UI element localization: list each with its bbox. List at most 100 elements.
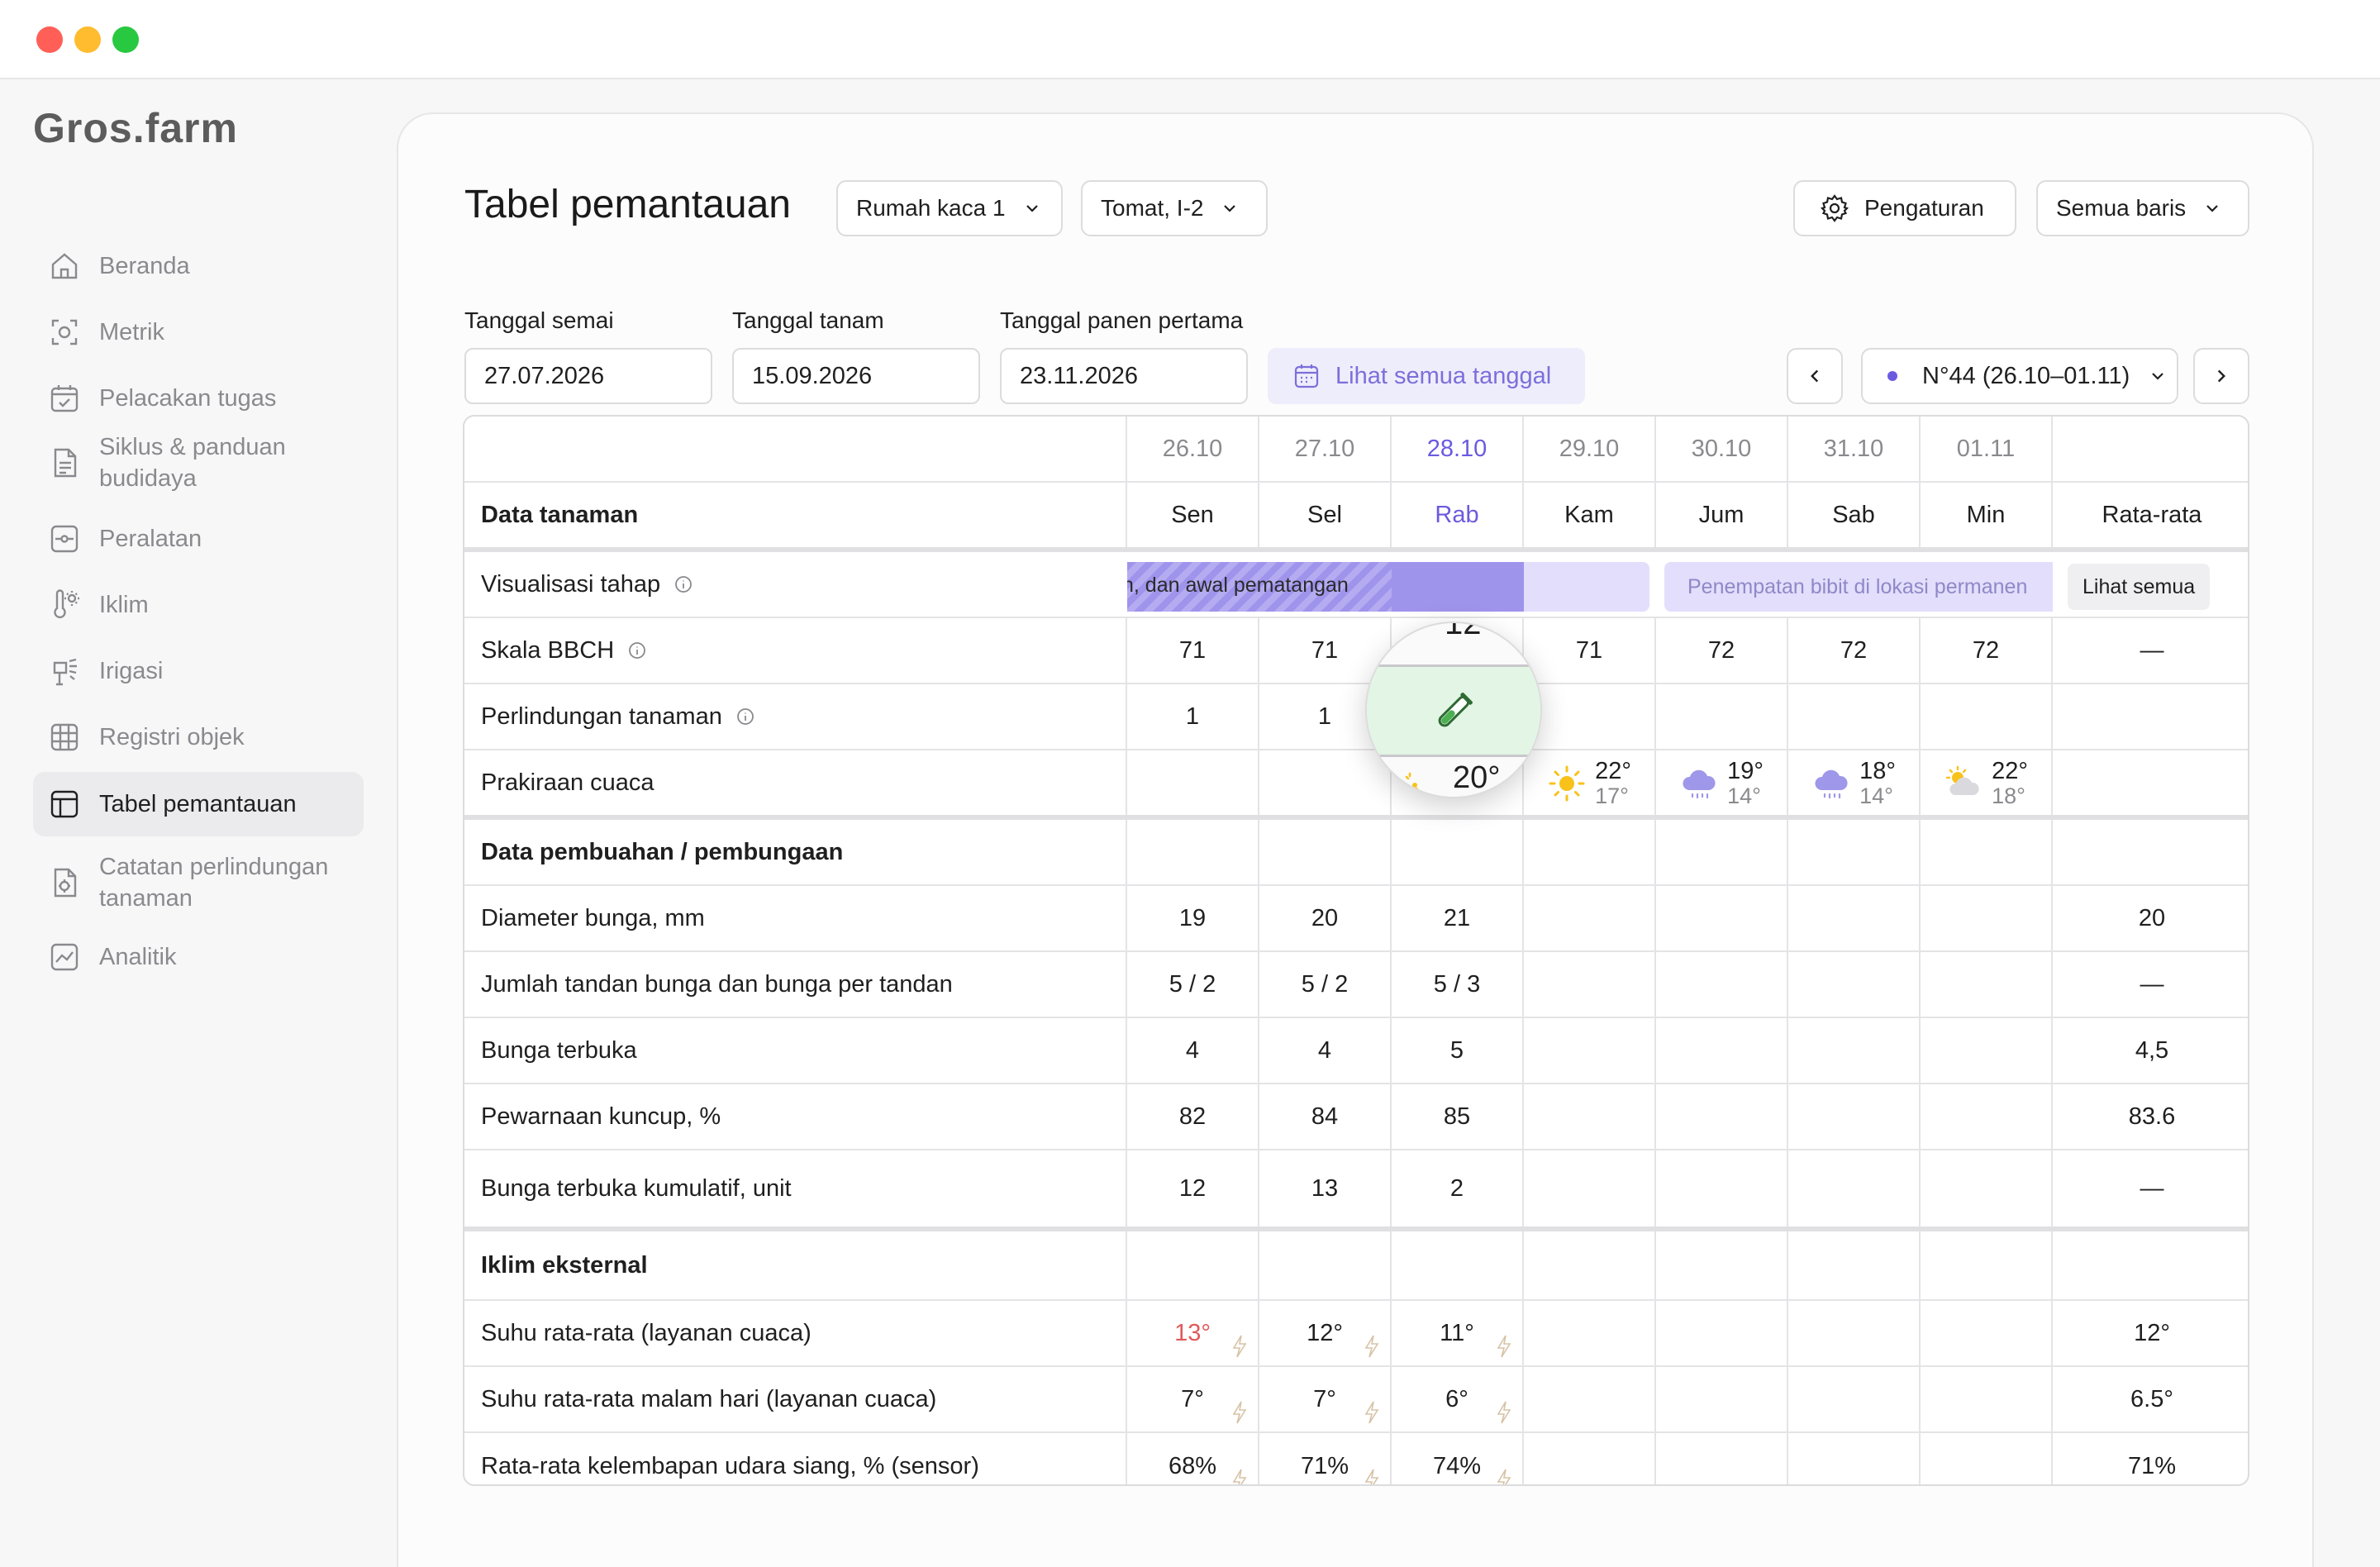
sidebar-item-irigasi[interactable]: Irigasi [33, 641, 364, 701]
value-cell[interactable] [1654, 1150, 1787, 1226]
sidebar-item-iklim[interactable]: Iklim [33, 575, 364, 635]
value-cell[interactable] [1522, 1084, 1654, 1149]
stage-bar-next[interactable] [1524, 562, 1649, 612]
value-cell[interactable] [1919, 1301, 2051, 1365]
app-logo[interactable]: Gros.farm [33, 104, 238, 152]
value-cell[interactable]: 13° [1126, 1301, 1258, 1365]
value-cell[interactable]: 82 [1126, 1084, 1258, 1149]
week-select[interactable]: N°44 (26.10–01.11) [1861, 348, 2178, 404]
sidebar-item-tabel-pemantauan[interactable]: Tabel pemantauan [33, 772, 364, 836]
value-cell[interactable]: 5 [1390, 1018, 1522, 1083]
sidebar-item-analitik[interactable]: Analitik [33, 927, 364, 987]
see-all-stages-button[interactable]: Lihat semua [2068, 564, 2211, 610]
info-icon[interactable] [627, 641, 647, 660]
value-cell[interactable] [1919, 952, 2051, 1017]
value-cell[interactable] [1654, 952, 1787, 1017]
value-cell[interactable] [1787, 1150, 1919, 1226]
value-cell[interactable] [1522, 1301, 1654, 1365]
settings-button[interactable]: Pengaturan [1793, 180, 2016, 236]
value-cell[interactable] [1919, 886, 2051, 950]
sidebar-item-peralatan[interactable]: Peralatan [33, 509, 364, 569]
value-cell[interactable] [1787, 1367, 1919, 1431]
next-week-button[interactable] [2193, 348, 2249, 404]
value-cell[interactable]: 6° [1390, 1367, 1522, 1431]
value-cell[interactable]: 11° [1390, 1301, 1522, 1365]
previous-week-button[interactable] [1787, 348, 1843, 404]
value-cell[interactable]: 12° [1258, 1301, 1390, 1365]
protection-cell[interactable] [1919, 684, 2051, 749]
info-icon[interactable] [735, 707, 755, 726]
value-cell[interactable]: 4 [1258, 1018, 1390, 1083]
bbch-cell[interactable]: 71 [1126, 618, 1258, 683]
sidebar-item-pelacakan-tugas[interactable]: Pelacakan tugas [33, 369, 364, 428]
crop-select[interactable]: Tomat, I-2 [1081, 180, 1268, 236]
maximize-window-button[interactable] [112, 26, 139, 53]
value-cell[interactable]: 2 [1390, 1150, 1522, 1226]
value-cell[interactable] [1654, 1433, 1787, 1484]
value-cell[interactable] [1919, 1150, 2051, 1226]
value-cell[interactable]: 5 / 3 [1390, 952, 1522, 1017]
value-cell[interactable] [1522, 1367, 1654, 1431]
value-cell[interactable]: 20 [1258, 886, 1390, 950]
value-cell[interactable]: 5 / 2 [1258, 952, 1390, 1017]
value-cell[interactable]: 12 [1126, 1150, 1258, 1226]
value-cell[interactable] [1522, 1150, 1654, 1226]
test-tube-icon[interactable] [1428, 688, 1478, 737]
value-cell[interactable]: 7° [1258, 1367, 1390, 1431]
info-icon[interactable] [674, 574, 693, 594]
value-cell[interactable] [1654, 1301, 1787, 1365]
protection-cell[interactable] [1654, 684, 1787, 749]
value-cell[interactable]: 84 [1258, 1084, 1390, 1149]
value-cell[interactable] [1919, 1018, 2051, 1083]
bbch-cell[interactable]: 72 [1654, 618, 1787, 683]
value-cell[interactable] [1522, 886, 1654, 950]
value-cell[interactable] [1787, 1433, 1919, 1484]
stage-bar-transplanting[interactable]: Penempatan bibit di lokasi permanen [1664, 562, 2053, 612]
value-cell[interactable] [1522, 1433, 1654, 1484]
value-cell[interactable] [1787, 1301, 1919, 1365]
sowing-date-input[interactable] [464, 348, 712, 404]
stage-bar-current[interactable]: n, dan awal pematangan [1127, 562, 1524, 612]
value-cell[interactable] [1787, 1018, 1919, 1083]
value-cell[interactable]: 68% [1126, 1433, 1258, 1484]
value-cell[interactable] [1522, 1018, 1654, 1083]
sidebar-item-catatan-perlindungan[interactable]: Catatan perlindungan tanaman [33, 848, 364, 917]
protection-cell[interactable] [1787, 684, 1919, 749]
sidebar-item-metrik[interactable]: Metrik [33, 302, 364, 362]
see-all-dates-button[interactable]: Lihat semua tanggal [1268, 348, 1585, 404]
harvest-date-input[interactable] [1000, 348, 1248, 404]
value-cell[interactable] [1919, 1084, 2051, 1149]
value-cell[interactable] [1654, 1367, 1787, 1431]
value-cell[interactable] [1787, 952, 1919, 1017]
value-cell[interactable] [1787, 886, 1919, 950]
rows-select[interactable]: Semua baris [2036, 180, 2249, 236]
protection-cell[interactable] [1522, 684, 1654, 749]
value-cell[interactable] [1522, 952, 1654, 1017]
value-cell[interactable] [1919, 1433, 2051, 1484]
minimize-window-button[interactable] [74, 26, 101, 53]
value-cell[interactable]: 13 [1258, 1150, 1390, 1226]
bbch-cell[interactable]: 72 [1787, 618, 1919, 683]
value-cell[interactable]: 85 [1390, 1084, 1522, 1149]
greenhouse-select[interactable]: Rumah kaca 1 [836, 180, 1063, 236]
value-cell[interactable]: 19 [1126, 886, 1258, 950]
value-cell[interactable]: 21 [1390, 886, 1522, 950]
value-cell[interactable] [1654, 1084, 1787, 1149]
bbch-cell[interactable]: 71 [1522, 618, 1654, 683]
value-cell[interactable]: 5 / 2 [1126, 952, 1258, 1017]
value-cell[interactable]: 71% [1258, 1433, 1390, 1484]
planting-date-input[interactable] [732, 348, 980, 404]
sidebar-item-registri-objek[interactable]: Registri objek [33, 707, 364, 767]
protection-cell[interactable]: 1 [1126, 684, 1258, 749]
value-cell[interactable] [1787, 1084, 1919, 1149]
bbch-cell[interactable]: 72 [1919, 618, 2051, 683]
value-cell[interactable] [1654, 1018, 1787, 1083]
sidebar-item-siklus-panduan[interactable]: Siklus & panduan budidaya [33, 428, 364, 498]
value-cell[interactable] [1919, 1367, 2051, 1431]
value-cell[interactable]: 74% [1390, 1433, 1522, 1484]
sidebar-item-beranda[interactable]: Beranda [33, 236, 364, 296]
value-cell[interactable] [1654, 886, 1787, 950]
value-cell[interactable]: 7° [1126, 1367, 1258, 1431]
value-cell[interactable]: 4 [1126, 1018, 1258, 1083]
close-window-button[interactable] [36, 26, 63, 53]
